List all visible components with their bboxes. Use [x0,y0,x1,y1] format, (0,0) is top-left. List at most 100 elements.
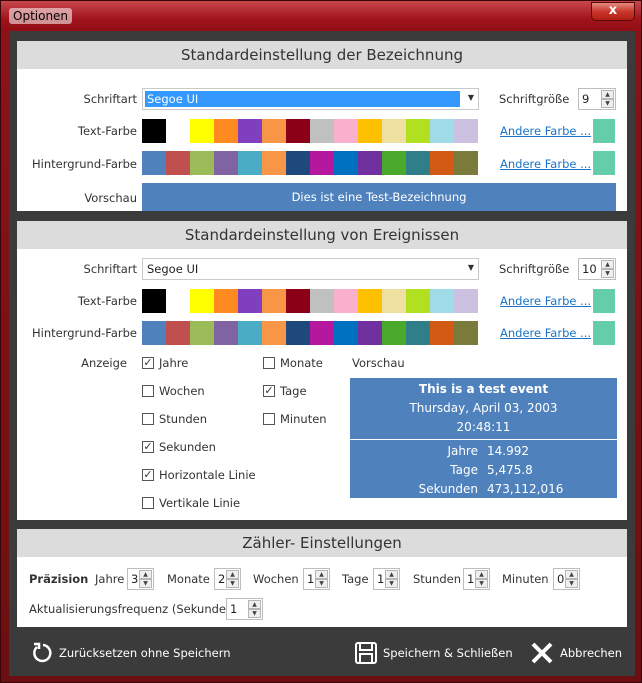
color-swatch[interactable] [334,321,358,345]
spin-down-icon[interactable]: ▼ [226,579,239,588]
custom-bg-color-swatch[interactable] [593,151,615,175]
spin-up-icon[interactable]: ▲ [475,570,488,579]
color-swatch[interactable] [454,321,478,345]
color-swatch[interactable] [166,321,190,345]
color-swatch[interactable] [358,321,382,345]
color-swatch[interactable] [286,119,310,143]
years-spinner[interactable]: 3 ▲ ▼ [127,568,154,590]
title-bar[interactable]: Optionen x [1,1,641,31]
hours-spinner[interactable]: 1 ▲ ▼ [463,568,490,590]
spin-down-icon[interactable]: ▼ [475,579,488,588]
minutes-spinner[interactable]: 0 ▲ ▼ [553,568,580,590]
color-swatch[interactable] [214,321,238,345]
spin-up-icon[interactable]: ▲ [139,570,152,579]
spin-up-icon[interactable]: ▲ [248,600,261,609]
color-swatch[interactable] [238,289,262,313]
months-label: Monate [167,572,210,586]
other-bg-color-link[interactable]: Andere Farbe ... [500,326,591,340]
color-swatch[interactable] [262,289,286,313]
color-swatch[interactable] [238,119,262,143]
color-swatch[interactable] [166,289,190,313]
color-swatch[interactable] [238,151,262,175]
color-swatch[interactable] [334,119,358,143]
color-swatch[interactable] [382,321,406,345]
spin-down-icon[interactable]: ▼ [385,579,398,588]
color-swatch[interactable] [358,289,382,313]
color-swatch[interactable] [166,151,190,175]
color-swatch[interactable] [238,321,262,345]
custom-text-color-swatch[interactable] [593,289,615,313]
color-swatch[interactable] [310,151,334,175]
spin-up-icon[interactable]: ▲ [601,260,614,269]
color-swatch[interactable] [358,119,382,143]
color-swatch[interactable] [142,289,166,313]
months-spinner[interactable]: 2 ▲ ▼ [214,568,241,590]
other-bg-color-link[interactable]: Andere Farbe ... [500,157,591,171]
spin-up-icon[interactable]: ▲ [385,570,398,579]
color-swatch[interactable] [454,289,478,313]
color-swatch[interactable] [310,321,334,345]
color-swatch[interactable] [406,119,430,143]
color-swatch[interactable] [214,289,238,313]
color-swatch[interactable] [382,119,406,143]
color-swatch[interactable] [286,321,310,345]
reset-button[interactable]: Zurücksetzen ohne Speichern [31,641,231,665]
spin-down-icon[interactable]: ▼ [565,579,578,588]
color-swatch[interactable] [430,119,454,143]
color-swatch[interactable] [334,289,358,313]
color-swatch[interactable] [358,151,382,175]
color-swatch[interactable] [382,151,406,175]
color-swatch[interactable] [334,151,358,175]
color-swatch[interactable] [142,119,166,143]
color-swatch[interactable] [286,151,310,175]
color-swatch[interactable] [214,151,238,175]
spin-up-icon[interactable]: ▲ [226,570,239,579]
color-swatch[interactable] [430,289,454,313]
section-header: Standardeinstellung der Bezeichnung [17,41,627,69]
color-swatch[interactable] [166,119,190,143]
color-swatch[interactable] [142,321,166,345]
spin-down-icon[interactable]: ▼ [139,579,152,588]
color-swatch[interactable] [286,289,310,313]
color-swatch[interactable] [262,321,286,345]
color-swatch[interactable] [430,151,454,175]
spin-down-icon[interactable]: ▼ [315,579,328,588]
color-swatch[interactable] [454,119,478,143]
color-swatch[interactable] [406,321,430,345]
spin-down-icon[interactable]: ▼ [601,269,614,278]
color-swatch[interactable] [190,321,214,345]
color-swatch[interactable] [454,151,478,175]
spin-down-icon[interactable]: ▼ [248,609,261,618]
color-swatch[interactable] [190,119,214,143]
color-swatch[interactable] [190,289,214,313]
color-swatch[interactable] [214,119,238,143]
weeks-spinner[interactable]: 1 ▲ ▼ [303,568,330,590]
color-swatch[interactable] [190,151,214,175]
color-swatch[interactable] [382,289,406,313]
other-text-color-link[interactable]: Andere Farbe ... [500,294,591,308]
spin-up-icon[interactable]: ▲ [601,90,614,99]
font-select[interactable]: Segoe UI ▼ [142,258,479,280]
update-frequency-spinner[interactable]: 1 ▲ ▼ [226,598,263,620]
color-swatch[interactable] [406,289,430,313]
color-swatch[interactable] [430,321,454,345]
color-swatch[interactable] [310,119,334,143]
size-spinner[interactable]: 10 ▲ ▼ [578,258,616,280]
color-swatch[interactable] [310,289,334,313]
spin-down-icon[interactable]: ▼ [601,99,614,108]
other-text-color-link[interactable]: Andere Farbe ... [500,124,591,138]
custom-text-color-swatch[interactable] [593,119,615,143]
color-swatch[interactable] [262,151,286,175]
color-swatch[interactable] [142,151,166,175]
size-spinner[interactable]: 9 ▲ ▼ [578,88,616,110]
cancel-button[interactable]: Abbrechen [530,641,630,665]
spin-up-icon[interactable]: ▲ [565,570,578,579]
close-button[interactable]: x [591,2,635,21]
custom-bg-color-swatch[interactable] [593,321,615,345]
font-select[interactable]: Segoe UI ▼ [142,88,479,110]
color-swatch[interactable] [406,151,430,175]
color-swatch[interactable] [262,119,286,143]
spin-up-icon[interactable]: ▲ [315,570,328,579]
days-spinner[interactable]: 1 ▲ ▼ [373,568,400,590]
save-close-button[interactable]: Speichern & Schließen [354,641,514,665]
